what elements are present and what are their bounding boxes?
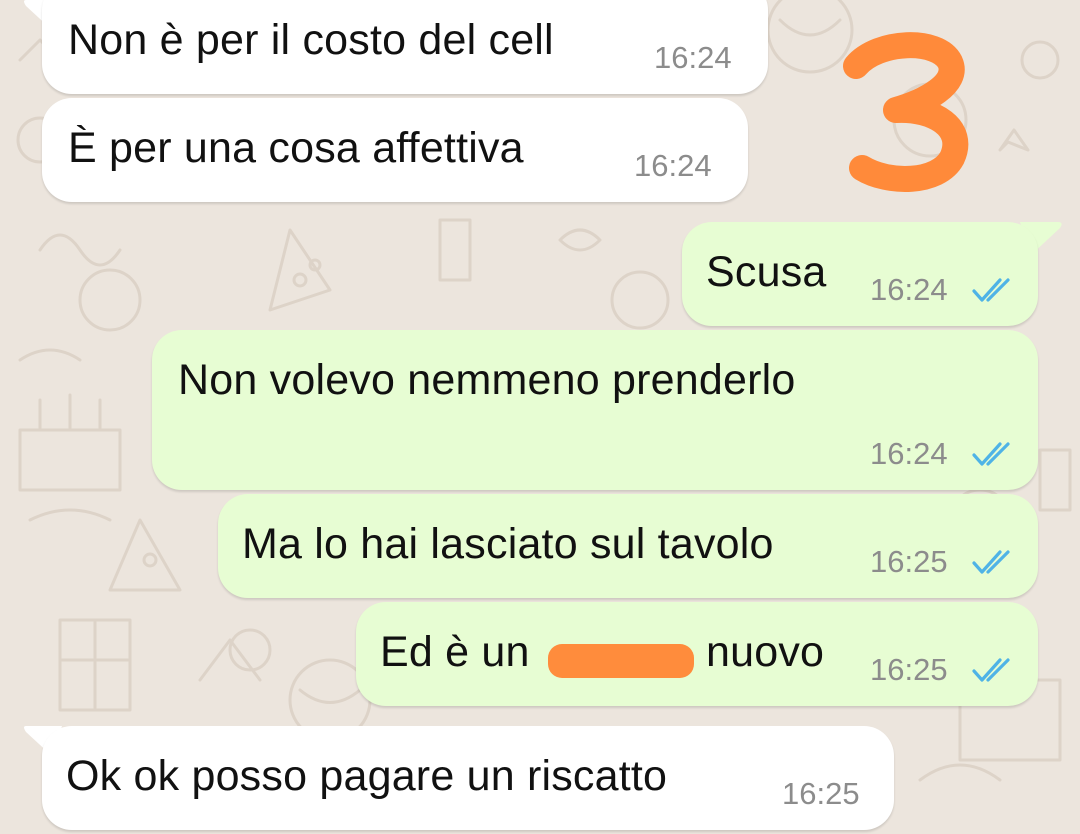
message-bubble-incoming[interactable]: Non è per il costo del cell 16:24 — [42, 0, 768, 94]
message-timestamp: 16:25 — [782, 776, 860, 811]
message-timestamp: 16:25 — [870, 652, 948, 687]
message-text: Non è per il costo del cell — [68, 16, 554, 64]
double-check-icon — [972, 550, 1010, 574]
message-text-before-redaction: Ed è un — [380, 628, 542, 676]
message-bubble-incoming[interactable]: Ok ok posso pagare un riscatto 16:25 — [42, 726, 894, 830]
redaction-overlay — [548, 644, 694, 678]
message-timestamp: 16:24 — [634, 148, 712, 183]
message-text: Non volevo nemmeno prenderlo — [178, 356, 796, 404]
message-bubble-outgoing[interactable]: Scusa 16:24 — [682, 222, 1038, 326]
message-bubble-incoming[interactable]: È per una cosa affettiva 16:24 — [42, 98, 748, 202]
message-bubble-outgoing[interactable]: Ed è un nuovo 16:25 — [356, 602, 1038, 706]
message-timestamp: 16:25 — [870, 544, 948, 579]
message-timestamp: 16:24 — [654, 40, 732, 75]
message-text-after-redaction: nuovo — [706, 628, 825, 676]
message-text: Ma lo hai lasciato sul tavolo — [242, 520, 774, 568]
double-check-icon — [972, 658, 1010, 682]
double-check-icon — [972, 278, 1010, 302]
annotation-number-three — [843, 32, 969, 192]
message-text: Scusa — [706, 248, 827, 296]
message-text: È per una cosa affettiva — [68, 124, 524, 172]
message-timestamp: 16:24 — [870, 272, 948, 307]
message-bubble-outgoing[interactable]: Ma lo hai lasciato sul tavolo 16:25 — [218, 494, 1038, 598]
message-text: Ok ok posso pagare un riscatto — [66, 752, 668, 800]
message-bubble-outgoing[interactable]: Non volevo nemmeno prenderlo 16:24 — [152, 330, 1038, 490]
message-timestamp: 16:24 — [870, 436, 948, 471]
double-check-icon — [972, 442, 1010, 466]
